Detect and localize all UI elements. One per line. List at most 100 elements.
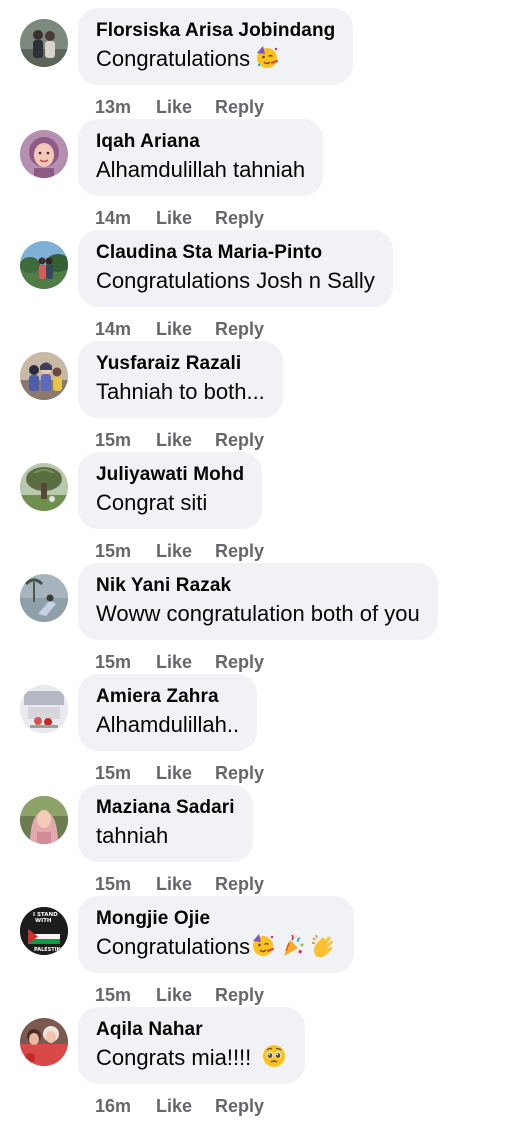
comment-actions: 15m Like Reply (95, 982, 264, 1008)
reply-button[interactable]: Reply (215, 427, 264, 453)
reply-button[interactable]: Reply (215, 538, 264, 564)
comment-bubble: Yusfaraiz Razali Tahniah to both... (78, 341, 283, 418)
comment-author[interactable]: Juliyawati Mohd (96, 463, 244, 487)
avatar[interactable] (20, 241, 68, 289)
like-button[interactable]: Like (156, 649, 215, 675)
reply-button[interactable]: Reply (215, 760, 264, 786)
comment-timestamp[interactable]: 15m (95, 982, 156, 1008)
like-button[interactable]: Like (156, 871, 215, 897)
comment-text: Congratulations (96, 934, 251, 959)
comment-item: Claudina Sta Maria-Pinto Congratulations… (0, 230, 530, 341)
partying-face-icon (250, 932, 276, 966)
like-button[interactable]: Like (156, 316, 215, 342)
comment-bubble: Juliyawati Mohd Congrat siti (78, 452, 263, 529)
avatar-text-line2: WITH (35, 918, 52, 924)
comment-author[interactable]: Aqila Nahar (96, 1018, 287, 1042)
party-popper-icon (280, 932, 306, 966)
comment-text: Alhamdulillah.. (96, 712, 240, 737)
comment-text: Congrats mia!!!! (96, 1045, 258, 1070)
comment-item: Juliyawati Mohd Congrat siti 15m Like Repl… (0, 452, 530, 563)
comment-text: Congrat siti (96, 490, 208, 515)
avatar-photo-beach-icon (20, 574, 68, 622)
avatar-text-line3: PALESTINE (34, 947, 65, 953)
partying-face-icon (254, 44, 280, 78)
comment-timestamp[interactable]: 14m (95, 316, 156, 342)
comment-author[interactable]: Claudina Sta Maria-Pinto (96, 241, 375, 265)
comment-timestamp[interactable]: 15m (95, 760, 156, 786)
comment-text: Congratulations (96, 46, 251, 71)
avatar[interactable] (20, 19, 68, 67)
comment-timestamp[interactable]: 15m (95, 538, 156, 564)
comment-text: Alhamdulillah tahniah (96, 157, 306, 182)
comment-item: Maziana Sadari tahniah 15m Like Reply (0, 785, 530, 896)
comment-actions: 14m Like Reply (95, 205, 264, 231)
comment-item: Florsiska Arisa Jobindang Congratulation… (0, 8, 530, 119)
like-button[interactable]: Like (156, 94, 215, 120)
avatar[interactable] (20, 574, 68, 622)
reply-button[interactable]: Reply (215, 871, 264, 897)
like-button[interactable]: Like (156, 982, 215, 1008)
comment-item: Nik Yani Razak Woww congratulation both … (0, 563, 530, 674)
reply-button[interactable]: Reply (215, 982, 264, 1008)
comment-actions: 15m Like Reply (95, 538, 264, 564)
comment-item: Yusfaraiz Razali Tahniah to both... 15m L… (0, 341, 530, 452)
comment-text: tahniah (96, 823, 169, 848)
like-button[interactable]: Like (156, 205, 215, 231)
comment-author[interactable]: Iqah Ariana (96, 130, 305, 154)
avatar-photo-family-icon (20, 1018, 68, 1066)
comment-author[interactable]: Maziana Sadari (96, 796, 235, 820)
avatar-photo-indoor-icon (20, 685, 68, 733)
comment-text: Woww congratulation both of you (96, 601, 420, 626)
comment-author[interactable]: Mongjie Ojie (96, 907, 336, 931)
comment-text: Tahniah to both... (96, 379, 265, 404)
avatar[interactable] (20, 1018, 68, 1066)
comment-item: Amiera Zahra Alhamdulillah.. 15m Like Repl… (0, 674, 530, 785)
avatar-photo-woman-pink-hijab-icon (20, 796, 68, 844)
avatar[interactable] (20, 130, 68, 178)
comment-author[interactable]: Amiera Zahra (96, 685, 239, 709)
comment-timestamp[interactable]: 13m (95, 94, 156, 120)
comment-timestamp[interactable]: 15m (95, 649, 156, 675)
comment-actions: 13m Like Reply (95, 94, 264, 120)
comment-actions: 15m Like Reply (95, 649, 264, 675)
comment-item: Aqila Nahar Congrats mia!!!! 16m Like Repl… (0, 1007, 530, 1118)
reply-button[interactable]: Reply (215, 649, 264, 675)
comment-author[interactable]: Florsiska Arisa Jobindang (96, 19, 335, 43)
comment-author[interactable]: Yusfaraiz Razali (96, 352, 265, 376)
avatar[interactable] (20, 352, 68, 400)
comment-actions: 15m Like Reply (95, 760, 264, 786)
pleading-face-icon (261, 1043, 287, 1077)
comment-bubble: Nik Yani Razak Woww congratulation both … (78, 563, 438, 640)
avatar-photo-group-icon (20, 352, 68, 400)
like-button[interactable]: Like (156, 1093, 215, 1119)
comment-timestamp[interactable]: 15m (95, 427, 156, 453)
reply-button[interactable]: Reply (215, 1093, 264, 1119)
comment-actions: 14m Like Reply (95, 316, 264, 342)
comment-timestamp[interactable]: 15m (95, 871, 156, 897)
avatar-photo-woman-hijab-icon (20, 130, 68, 178)
comment-bubble: Aqila Nahar Congrats mia!!!! (78, 1007, 306, 1084)
comment-bubble: Claudina Sta Maria-Pinto Congratulations… (78, 230, 393, 307)
reply-button[interactable]: Reply (215, 94, 264, 120)
avatar[interactable] (20, 796, 68, 844)
comment-timestamp[interactable]: 16m (95, 1093, 156, 1119)
avatar-photo-outdoor-icon (20, 241, 68, 289)
comment-author[interactable]: Nik Yani Razak (96, 574, 420, 598)
comment-item: I STAND WITH PALESTINE Mongjie Ojie Cong… (0, 896, 530, 1007)
avatar[interactable] (20, 685, 68, 733)
comment-actions: 15m Like Reply (95, 871, 264, 897)
reply-button[interactable]: Reply (215, 316, 264, 342)
comment-bubble: Florsiska Arisa Jobindang Congratulation… (78, 8, 354, 85)
avatar[interactable] (20, 463, 68, 511)
like-button[interactable]: Like (156, 538, 215, 564)
avatar-photo-couple-icon (20, 19, 68, 67)
comment-timestamp[interactable]: 14m (95, 205, 156, 231)
like-button[interactable]: Like (156, 427, 215, 453)
comment-text: Congratulations Josh n Sally (96, 268, 375, 293)
comment-item: Iqah Ariana Alhamdulillah tahniah 14m Lik… (0, 119, 530, 230)
like-button[interactable]: Like (156, 760, 215, 786)
comment-bubble: Iqah Ariana Alhamdulillah tahniah (78, 119, 324, 196)
comment-actions: 15m Like Reply (95, 427, 264, 453)
reply-button[interactable]: Reply (215, 205, 264, 231)
avatar[interactable]: I STAND WITH PALESTINE (20, 907, 68, 955)
